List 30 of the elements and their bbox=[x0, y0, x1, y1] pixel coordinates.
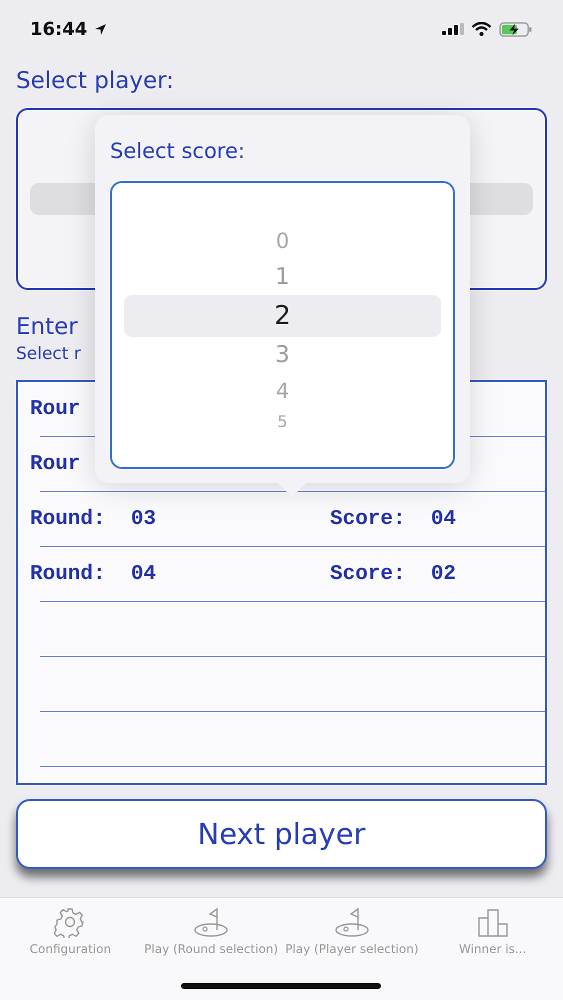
gear-icon bbox=[54, 906, 86, 938]
round-label: Rour bbox=[30, 452, 80, 476]
tab-item[interactable]: Winner is... bbox=[422, 906, 563, 1000]
score-option[interactable]: 3 bbox=[124, 337, 441, 373]
round-label: Rour bbox=[30, 398, 80, 420]
wifi-icon bbox=[471, 22, 492, 36]
section-subtitle: Select r bbox=[16, 344, 81, 366]
battery-charging-icon bbox=[499, 22, 533, 36]
location-arrow-icon bbox=[94, 22, 108, 36]
score-label: Score: 02 bbox=[330, 562, 456, 586]
tab-item[interactable]: Play (Player selection) bbox=[282, 906, 422, 1000]
tab-item[interactable]: Configuration bbox=[0, 906, 141, 1000]
round-label: Round: 03 bbox=[30, 508, 156, 530]
score-picker[interactable]: 0 1 2 3 4 5 bbox=[110, 181, 455, 469]
golf-flag-icon bbox=[334, 906, 370, 938]
score-label: Score: 04 bbox=[330, 508, 456, 530]
status-time: 16:44 bbox=[30, 18, 88, 40]
score-option[interactable]: 2 bbox=[124, 295, 441, 337]
round-label: Round: 04 bbox=[30, 562, 156, 586]
score-option[interactable]: 1 bbox=[124, 259, 441, 295]
score-option[interactable]: 5 bbox=[124, 409, 441, 427]
popover-title: Select score: bbox=[110, 139, 246, 165]
signal-icon bbox=[442, 23, 464, 35]
next-player-button[interactable]: Next player bbox=[16, 799, 547, 869]
score-option[interactable]: 4 bbox=[124, 373, 441, 409]
section-title: Enter bbox=[16, 313, 78, 342]
score-option[interactable]: 0 bbox=[124, 223, 441, 259]
section-title: Select player: bbox=[16, 67, 174, 96]
golf-flag-icon bbox=[193, 906, 230, 938]
tab-item[interactable]: Play (Round selection) bbox=[140, 906, 282, 1000]
